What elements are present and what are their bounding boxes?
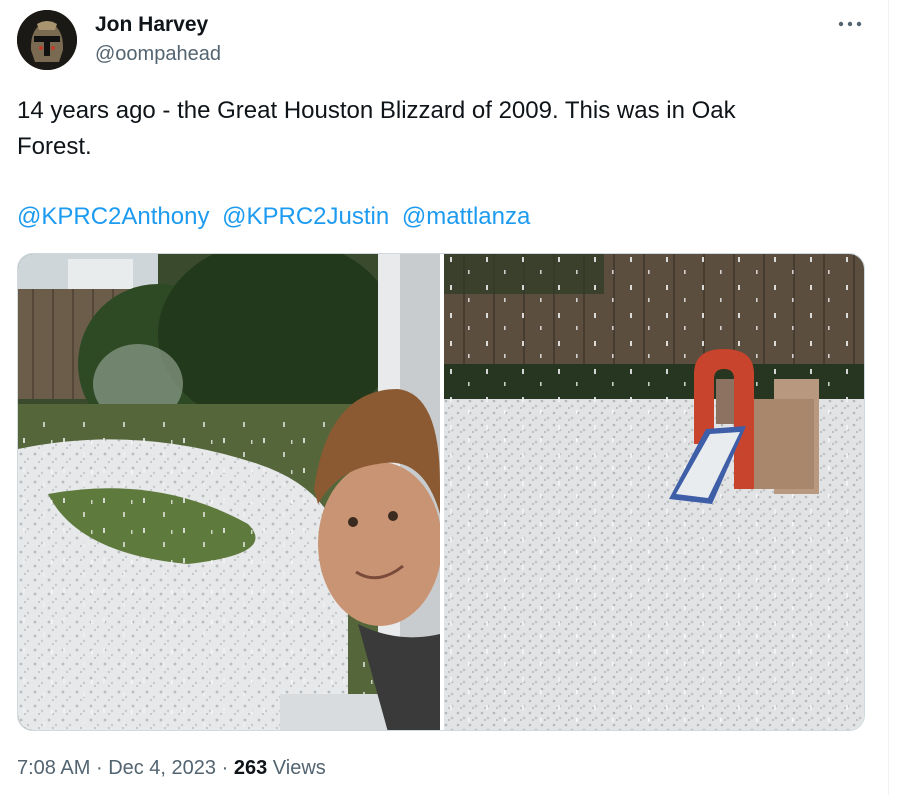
- tweet-text: 14 years ago - the Great Houston Blizzar…: [17, 93, 857, 165]
- tweet-text-line-1: 14 years ago - the Great Houston Blizzar…: [17, 97, 736, 124]
- author-name[interactable]: Jon Harvey: [95, 13, 208, 37]
- tweet-time[interactable]: 7:08 AM: [17, 757, 90, 779]
- author-handle[interactable]: @oompahead: [95, 43, 221, 66]
- more-options-button[interactable]: [836, 12, 864, 36]
- views-count: 263: [233, 757, 268, 779]
- more-horizontal-icon: [838, 21, 862, 27]
- author-avatar[interactable]: [17, 10, 77, 70]
- meta-separator: ·: [221, 757, 229, 779]
- photo-snowy-yard-with-slide[interactable]: [444, 254, 864, 730]
- timeline-border: [888, 0, 900, 795]
- media-grid: [17, 253, 865, 731]
- helmet-avatar-icon: [17, 10, 77, 70]
- mention-link[interactable]: @KPRC2Anthony: [17, 203, 209, 230]
- tweet-date[interactable]: Dec 4, 2023: [108, 757, 216, 779]
- meta-separator: ·: [95, 757, 103, 779]
- tweet-meta: 7:08 AM · Dec 4, 2023 · 263 Views: [17, 757, 326, 780]
- tweet-mentions: @KPRC2Anthony @KPRC2Justin @mattlanza: [17, 199, 536, 235]
- mention-link[interactable]: @KPRC2Justin: [222, 203, 389, 230]
- photo-snowy-yard-with-child[interactable]: [18, 254, 440, 730]
- tweet-text-line-2: Forest.: [17, 133, 92, 160]
- views-label: Views: [272, 757, 326, 779]
- mention-link[interactable]: @mattlanza: [402, 203, 530, 230]
